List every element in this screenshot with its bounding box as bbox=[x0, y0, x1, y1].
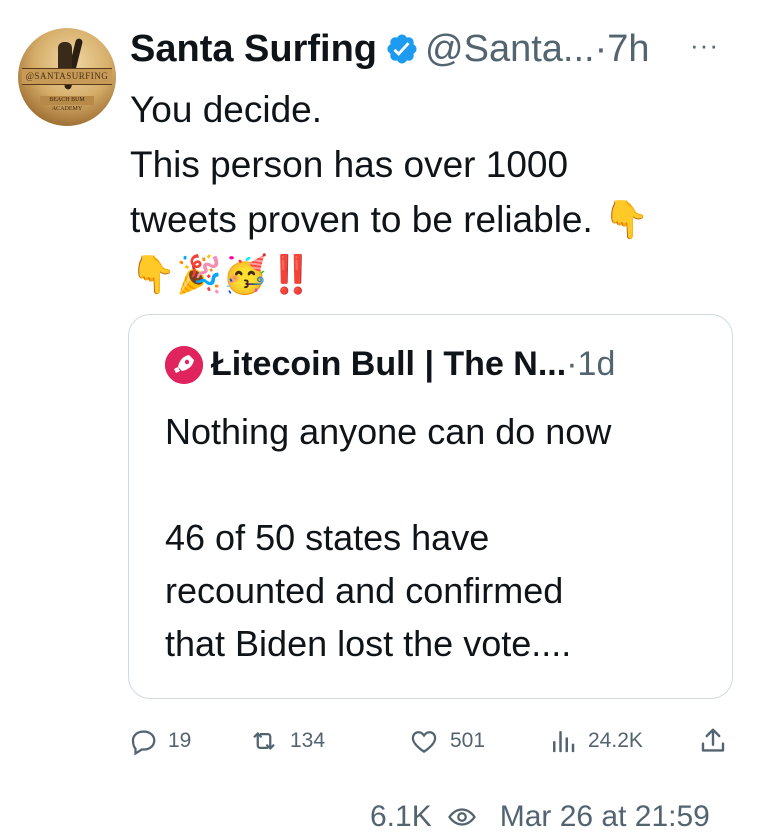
verified-badge-icon[interactable] bbox=[385, 32, 419, 66]
tweet-header: Santa Surfing @Santa... · 7h bbox=[130, 26, 650, 72]
rocket-icon bbox=[165, 345, 203, 384]
like-count: 501 bbox=[450, 729, 486, 752]
views-button[interactable]: 24.2K bbox=[548, 726, 643, 756]
tweet-actions: 19 134 501 24.2K bbox=[128, 726, 733, 762]
avatar-subtext: BEACH BUM ACADEMY bbox=[40, 96, 94, 112]
retweet-button[interactable]: 134 bbox=[248, 726, 325, 756]
quoted-line: that Biden lost the vote.... bbox=[165, 623, 572, 664]
views-chart-icon bbox=[553, 731, 575, 753]
tweet-line: tweets proven to be reliable. 👇 bbox=[130, 199, 650, 240]
tweet-emoji-line: 👇🎉🥳‼️ bbox=[130, 254, 315, 295]
tweet-time[interactable]: 7h bbox=[607, 28, 649, 71]
time-separator: · bbox=[594, 27, 608, 70]
reply-button[interactable]: 19 bbox=[128, 726, 191, 756]
tweet-text: You decide. This person has over 1000 tw… bbox=[130, 82, 730, 302]
retweet-icon bbox=[253, 732, 275, 750]
reply-icon bbox=[131, 730, 156, 756]
quoted-line: recounted and confirmed bbox=[165, 570, 564, 611]
eye-icon bbox=[447, 808, 476, 826]
share-button[interactable] bbox=[698, 726, 738, 756]
author-handle[interactable]: @Santa... bbox=[425, 28, 595, 71]
retweet-count: 134 bbox=[290, 729, 326, 752]
quoted-author-name[interactable]: Łitecoin Bull | The N... bbox=[211, 345, 566, 384]
heart-icon bbox=[411, 731, 437, 753]
quoted-line: 46 of 50 states have bbox=[165, 517, 490, 558]
tweet-footer: 6.1K Mar 26 at 21:59 bbox=[370, 800, 710, 834]
tweet-line: This person has over 1000 bbox=[130, 144, 569, 185]
quoted-author-avatar[interactable] bbox=[165, 345, 203, 384]
reply-count: 19 bbox=[168, 729, 192, 752]
quoted-tweet-header: Łitecoin Bull | The N... · 1d bbox=[165, 345, 615, 384]
quoted-tweet-time[interactable]: 1d bbox=[578, 345, 616, 384]
quoted-tweet-card[interactable]: Łitecoin Bull | The N... · 1d Nothing an… bbox=[128, 314, 733, 699]
tweet-line: You decide. bbox=[130, 89, 323, 130]
total-views: 6.1K bbox=[370, 800, 432, 833]
share-icon bbox=[701, 728, 725, 752]
views-count: 24.2K bbox=[588, 729, 643, 752]
quoted-line-blank bbox=[165, 458, 705, 511]
quoted-line: Nothing anyone can do now bbox=[165, 411, 612, 452]
avatar-banner-text: @SANTASURFING bbox=[22, 68, 112, 85]
author-name[interactable]: Santa Surfing bbox=[130, 28, 377, 71]
author-avatar[interactable]: @SANTASURFING BEACH BUM ACADEMY bbox=[18, 28, 116, 126]
quoted-time-separator: · bbox=[566, 345, 578, 383]
tweet-datetime[interactable]: Mar 26 at 21:59 bbox=[500, 800, 710, 834]
like-button[interactable]: 501 bbox=[408, 726, 485, 756]
more-icon[interactable]: ··· bbox=[690, 30, 719, 61]
quoted-tweet-text: Nothing anyone can do now 46 of 50 state… bbox=[165, 405, 705, 670]
